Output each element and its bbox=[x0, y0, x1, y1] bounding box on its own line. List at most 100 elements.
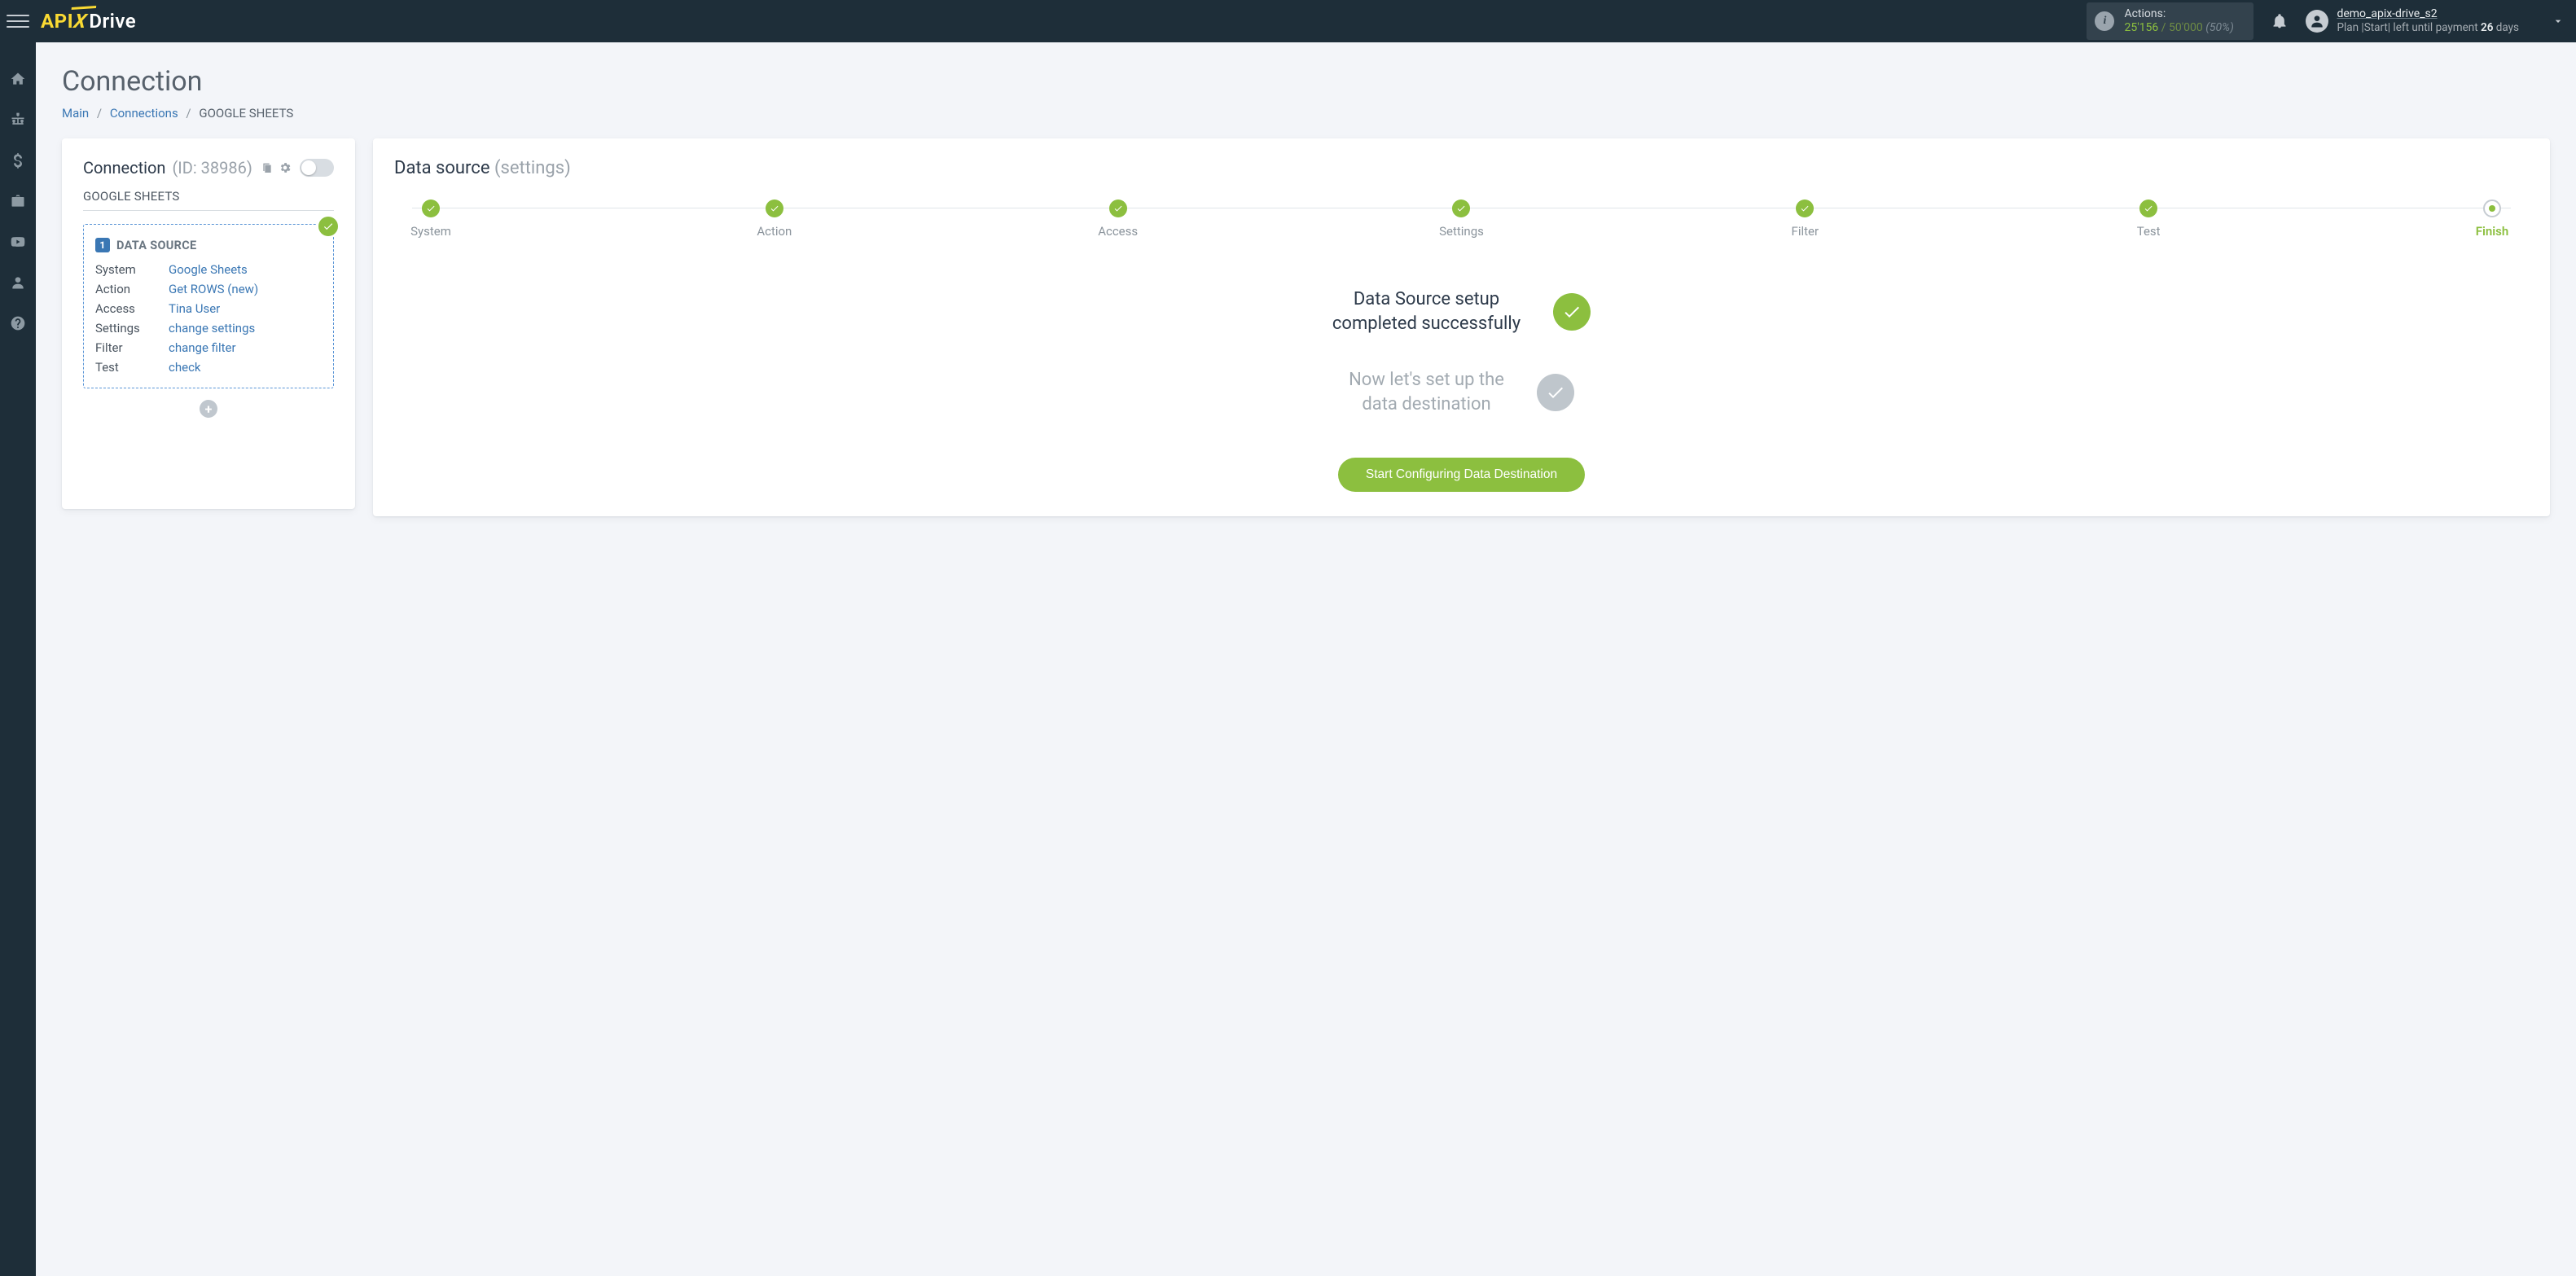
notifications-button[interactable] bbox=[2271, 13, 2288, 29]
wizard-steps: System Action Access Settings Filter Test Fini… bbox=[394, 200, 2529, 239]
gear-icon[interactable] bbox=[279, 161, 292, 174]
wizard-step-system[interactable]: System bbox=[402, 200, 459, 239]
finish-success-line1: Data Source setup bbox=[1354, 289, 1499, 309]
wizard-step-label: Filter bbox=[1792, 224, 1819, 239]
wizard-step-access[interactable]: Access bbox=[1090, 200, 1147, 239]
sidebar-item-video[interactable] bbox=[9, 233, 27, 251]
wizard-step-settings[interactable]: Settings bbox=[1433, 200, 1490, 239]
connection-id: (ID: 38986) bbox=[172, 158, 252, 178]
wizard-step-action[interactable]: Action bbox=[746, 200, 803, 239]
info-icon: i bbox=[2095, 11, 2114, 31]
sidebar-item-services[interactable] bbox=[9, 192, 27, 210]
menu-toggle-button[interactable] bbox=[7, 10, 29, 33]
sidebar-item-connections[interactable] bbox=[9, 111, 27, 129]
datasource-grid: SystemGoogle SheetsActionGet ROWS (new)A… bbox=[95, 262, 322, 375]
user-name-link[interactable]: demo_apix-drive_s2 bbox=[2337, 7, 2519, 22]
connection-toggle[interactable] bbox=[300, 159, 334, 177]
actions-label: Actions: bbox=[2124, 7, 2233, 21]
actions-counter[interactable]: i Actions: 25'156 / 50'000 (50%) bbox=[2087, 2, 2253, 40]
datasource-row-link[interactable]: change settings bbox=[169, 321, 255, 335]
actions-values: 25'156 / 50'000 (50%) bbox=[2124, 21, 2233, 35]
connection-card: Connection (ID: 38986) GOOGLE SHEETS bbox=[62, 138, 355, 509]
topbar: API X Drive i Actions: 25'156 / 50'000 (… bbox=[0, 0, 2576, 42]
datasource-row-key: Settings bbox=[95, 321, 169, 335]
wizard-step-label: Action bbox=[757, 224, 792, 239]
actions-text: Actions: 25'156 / 50'000 (50%) bbox=[2124, 7, 2233, 35]
datasource-row-link[interactable]: Google Sheets bbox=[169, 262, 248, 277]
datasource-row-link[interactable]: change filter bbox=[169, 340, 236, 355]
success-check-icon bbox=[1553, 293, 1591, 331]
datasource-row-key: Test bbox=[95, 360, 169, 375]
breadcrumb-current: GOOGLE SHEETS bbox=[199, 106, 293, 121]
datasource-row-key: System bbox=[95, 262, 169, 277]
datasource-box[interactable]: 1 DATA SOURCE SystemGoogle SheetsActionG… bbox=[83, 224, 334, 388]
finish-success-line2: completed successfully bbox=[1332, 314, 1521, 334]
wizard-step-label: Settings bbox=[1439, 224, 1484, 239]
datasource-settings-header: Data source (settings) bbox=[394, 158, 2529, 178]
wizard-step-dot bbox=[422, 200, 440, 217]
breadcrumb: Main / Connections / GOOGLE SHEETS bbox=[62, 106, 2550, 121]
wizard-step-label: Access bbox=[1098, 224, 1138, 239]
sidebar-item-account[interactable] bbox=[9, 274, 27, 292]
actions-pct: (50%) bbox=[2205, 21, 2234, 34]
page: Connection Main / Connections / GOOGLE S… bbox=[36, 42, 2576, 549]
wizard-step-dot bbox=[2483, 200, 2501, 217]
add-step-button[interactable]: + bbox=[200, 400, 217, 418]
finish-row-next: Now let's set up the data destination bbox=[1349, 368, 1574, 416]
wizard-step-test[interactable]: Test bbox=[2120, 200, 2177, 239]
wizard-step-label: Test bbox=[2137, 224, 2161, 239]
avatar[interactable] bbox=[2306, 10, 2328, 33]
expand-button[interactable] bbox=[2552, 15, 2565, 28]
breadcrumb-sep: / bbox=[97, 106, 102, 121]
actions-used: 25'156 bbox=[2124, 21, 2158, 34]
logo-x: X bbox=[72, 10, 89, 33]
datasource-row-value: check bbox=[169, 360, 322, 375]
user-plan-prefix: Plan |Start| left until payment bbox=[2337, 21, 2481, 34]
datasource-row-link[interactable]: Get ROWS (new) bbox=[169, 282, 258, 296]
datasource-row-link[interactable]: check bbox=[169, 360, 201, 375]
logo-drive: Drive bbox=[89, 10, 136, 33]
finish-block: Data Source setup completed successfully… bbox=[394, 287, 2529, 492]
wizard-step-dot bbox=[1796, 200, 1814, 217]
page-title: Connection bbox=[62, 65, 2550, 98]
actions-total: 50'000 bbox=[2169, 21, 2203, 34]
actions-total-sep: / bbox=[2158, 21, 2169, 34]
datasource-row-key: Filter bbox=[95, 340, 169, 355]
connection-service: GOOGLE SHEETS bbox=[83, 189, 334, 211]
finish-next-line2: data destination bbox=[1362, 394, 1490, 414]
finish-next-line1: Now let's set up the bbox=[1349, 370, 1504, 390]
user-plan: Plan |Start| left until payment 26 days bbox=[2337, 21, 2519, 35]
wizard-step-finish[interactable]: Finish bbox=[2464, 200, 2521, 239]
wizard-step-dot bbox=[2139, 200, 2157, 217]
breadcrumb-connections[interactable]: Connections bbox=[110, 106, 178, 121]
connection-header: Connection (ID: 38986) bbox=[83, 158, 334, 178]
wizard-step-label: System bbox=[410, 224, 451, 239]
breadcrumb-sep: / bbox=[186, 106, 191, 121]
datasource-row-key: Action bbox=[95, 282, 169, 296]
sidebar-item-billing[interactable] bbox=[9, 151, 27, 169]
connection-title: Connection bbox=[83, 158, 165, 178]
logo[interactable]: API X Drive bbox=[41, 10, 136, 33]
datasource-row-value: change filter bbox=[169, 340, 322, 355]
sidebar-item-home[interactable] bbox=[9, 70, 27, 88]
datasource-row-value: Google Sheets bbox=[169, 262, 322, 277]
datasource-row-value: Tina User bbox=[169, 301, 322, 316]
wizard-step-filter[interactable]: Filter bbox=[1776, 200, 1833, 239]
datasource-title: 1 DATA SOURCE bbox=[95, 238, 322, 252]
datasource-settings-title: Data source bbox=[394, 158, 490, 178]
datasource-row-value: change settings bbox=[169, 321, 322, 335]
breadcrumb-main[interactable]: Main bbox=[62, 106, 89, 121]
wizard-step-label: Finish bbox=[2476, 224, 2509, 239]
duplicate-icon[interactable] bbox=[261, 161, 274, 174]
finish-success-text: Data Source setup completed successfully bbox=[1332, 287, 1521, 335]
datasource-row-link[interactable]: Tina User bbox=[169, 301, 220, 316]
wizard-step-dot bbox=[1452, 200, 1470, 217]
user-plan-days: 26 bbox=[2481, 21, 2493, 34]
start-destination-button[interactable]: Start Configuring Data Destination bbox=[1338, 458, 1585, 492]
datasource-row-key: Access bbox=[95, 301, 169, 316]
logo-api: API bbox=[41, 10, 73, 33]
datasource-check-icon bbox=[318, 217, 338, 236]
sidebar-item-help[interactable] bbox=[9, 314, 27, 332]
datasource-title-text: DATA SOURCE bbox=[116, 239, 196, 252]
datasource-settings-subtitle: (settings) bbox=[494, 158, 571, 178]
